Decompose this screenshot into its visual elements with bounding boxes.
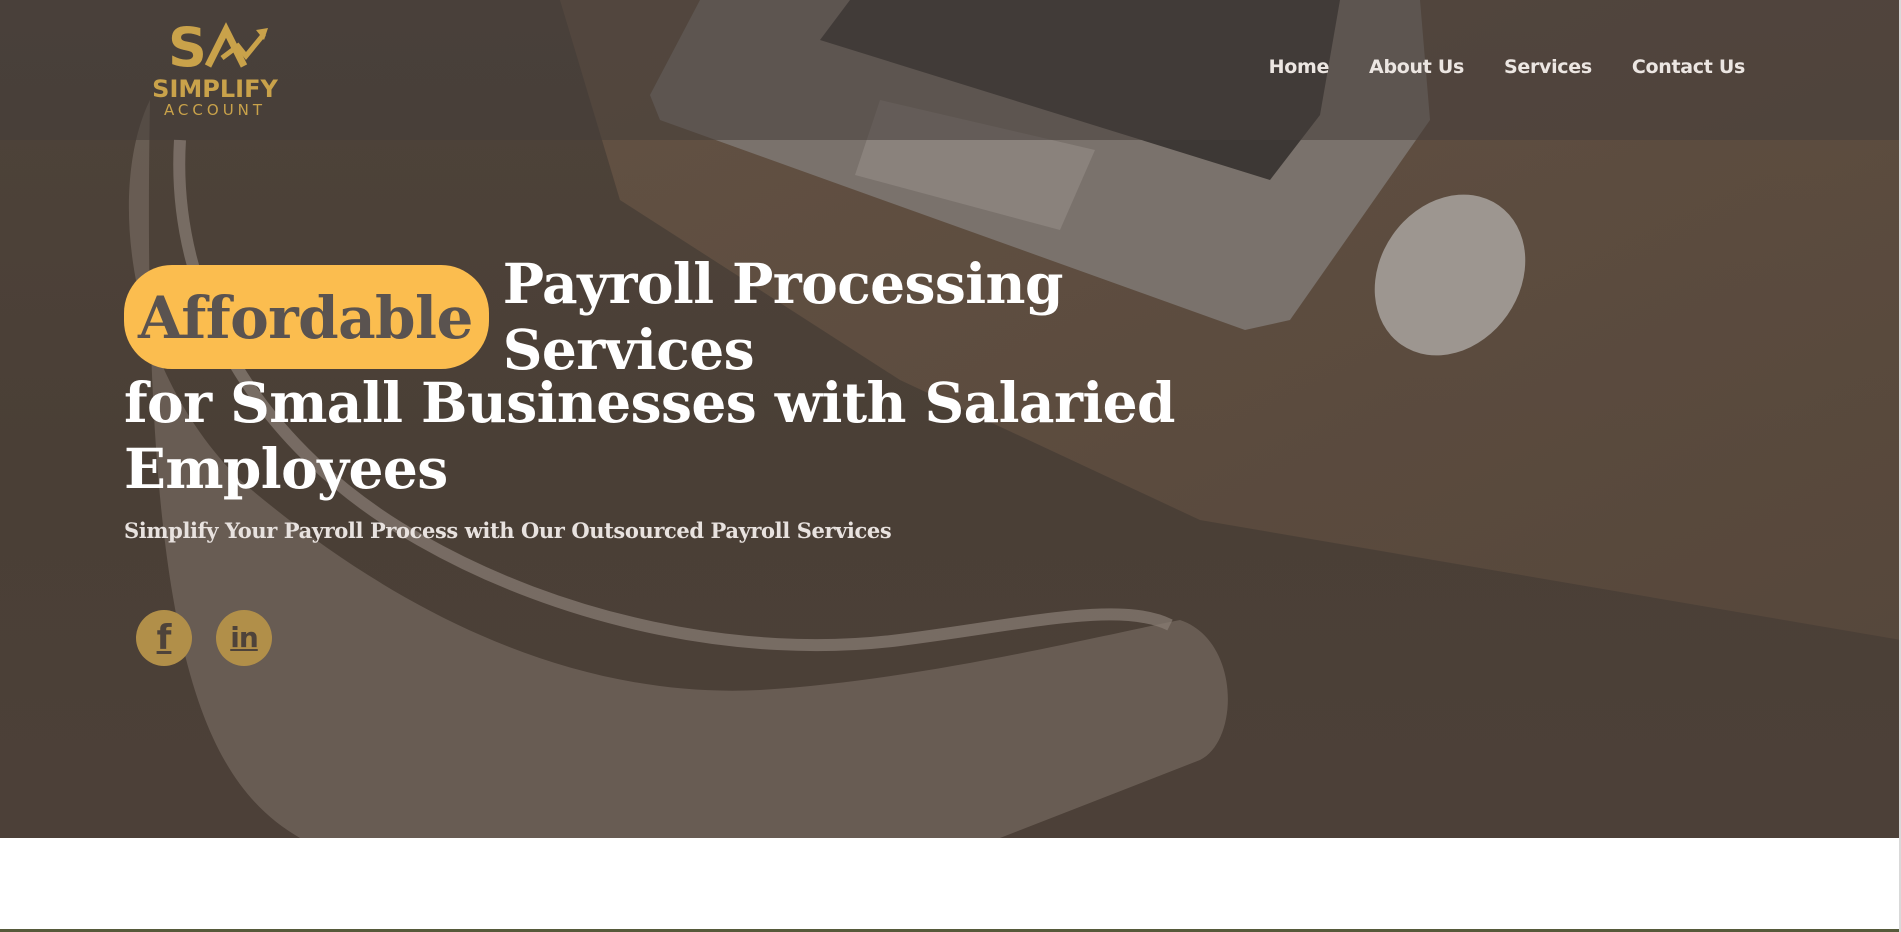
linkedin-link[interactable]: in <box>216 610 272 666</box>
headline-line-1: Payroll Processing Services <box>502 251 1064 382</box>
hero-section: S SIMPLIFY ACCOUNT Home About Us Service… <box>0 0 1901 838</box>
headline-line-2: for Small Businesses with Salaried <box>124 370 1176 435</box>
svg-text:S: S <box>168 16 207 74</box>
nav-contact-us[interactable]: Contact Us <box>1632 56 1745 78</box>
logo-mark-icon: S <box>168 16 268 74</box>
highlight-badge: Affordable <box>124 265 489 369</box>
hero-headline: Affordable Payroll Processing Services f… <box>124 251 1224 502</box>
facebook-icon: f <box>156 618 172 658</box>
social-links: f in <box>136 610 272 666</box>
nav-about-us[interactable]: About Us <box>1369 56 1464 78</box>
nav-services[interactable]: Services <box>1504 56 1592 78</box>
linkedin-icon: in <box>230 621 259 654</box>
site-logo[interactable]: S SIMPLIFY ACCOUNT <box>150 16 280 126</box>
logo-title: SIMPLIFY <box>152 75 278 103</box>
content-area <box>0 838 1901 930</box>
main-nav: Home About Us Services Contact Us <box>1269 56 1746 78</box>
hero-subheading: Simplify Your Payroll Process with Our O… <box>124 518 892 543</box>
headline-line-3: Employees <box>124 436 448 501</box>
nav-home[interactable]: Home <box>1269 56 1330 78</box>
logo-subtitle: ACCOUNT <box>163 101 267 119</box>
facebook-link[interactable]: f <box>136 610 192 666</box>
